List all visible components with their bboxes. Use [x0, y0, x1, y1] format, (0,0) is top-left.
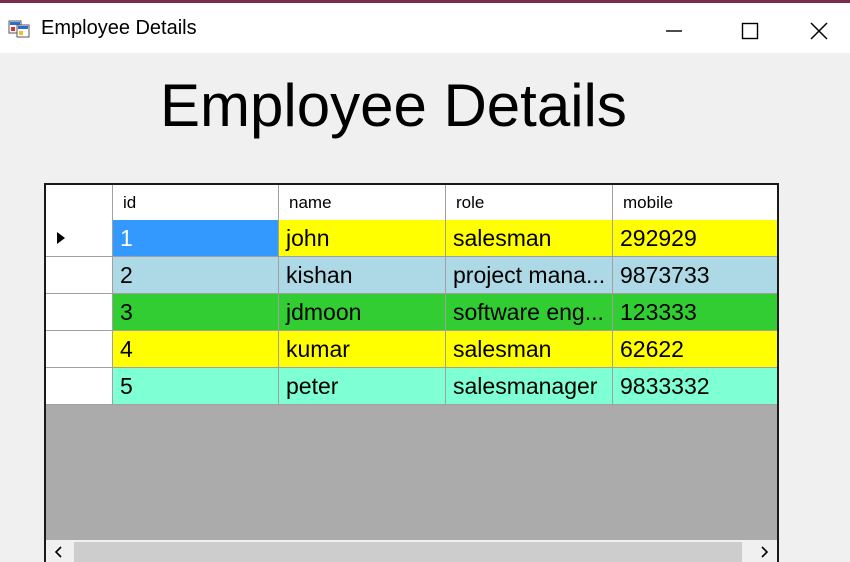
table-row[interactable]: 1 john salesman 292929	[46, 220, 777, 257]
grid-cell-name[interactable]: kishan	[279, 257, 446, 294]
grid-cell-name[interactable]: peter	[279, 368, 446, 405]
close-icon	[810, 22, 828, 40]
close-button[interactable]	[788, 6, 850, 56]
row-header[interactable]	[46, 294, 113, 331]
grid-cell-id[interactable]: 2	[113, 257, 279, 294]
horizontal-scrollbar[interactable]	[46, 540, 777, 562]
row-header[interactable]	[46, 331, 113, 368]
table-row[interactable]: 3 jdmoon software eng... 123333	[46, 294, 777, 331]
maximize-icon	[741, 22, 759, 40]
grid-cell-role[interactable]: salesman	[446, 220, 613, 257]
minimize-button[interactable]	[636, 6, 712, 56]
column-header-role[interactable]: role	[446, 185, 613, 220]
chevron-right-icon	[761, 546, 769, 558]
grid-cell-mobile[interactable]: 292929	[613, 220, 777, 257]
grid-cell-role[interactable]: salesmanager	[446, 368, 613, 405]
grid-cell-mobile[interactable]: 123333	[613, 294, 777, 331]
grid-cell-id[interactable]: 1	[113, 220, 279, 257]
table-row[interactable]: 2 kishan project mana... 9873733	[46, 257, 777, 294]
grid-cell-mobile[interactable]: 9833332	[613, 368, 777, 405]
maximize-button[interactable]	[712, 6, 788, 56]
app-window-icon	[8, 20, 30, 38]
scrollbar-thumb[interactable]	[74, 542, 742, 562]
grid-cell-role[interactable]: salesman	[446, 331, 613, 368]
table-row[interactable]: 4 kumar salesman 62622	[46, 331, 777, 368]
column-header-mobile[interactable]: mobile	[613, 185, 777, 220]
grid-cell-name[interactable]: kumar	[279, 331, 446, 368]
page-heading: Employee Details	[160, 72, 627, 139]
grid-cell-id[interactable]: 3	[113, 294, 279, 331]
row-header[interactable]	[46, 368, 113, 405]
employee-data-grid[interactable]: id name role mobile 1 john salesman 292929 2…	[44, 183, 779, 562]
chevron-left-icon	[54, 546, 62, 558]
row-header[interactable]	[46, 257, 113, 294]
grid-cell-mobile[interactable]: 62622	[613, 331, 777, 368]
grid-header-row: id name role mobile	[46, 185, 777, 221]
minimize-icon	[666, 30, 682, 32]
grid-cell-name[interactable]: jdmoon	[279, 294, 446, 331]
grid-cell-id[interactable]: 4	[113, 331, 279, 368]
window-title: Employee Details	[41, 17, 197, 39]
grid-cell-role[interactable]: software eng...	[446, 294, 613, 331]
grid-cell-name[interactable]: john	[279, 220, 446, 257]
grid-cell-id[interactable]: 5	[113, 368, 279, 405]
column-header-name[interactable]: name	[279, 185, 446, 220]
scroll-right-button[interactable]	[753, 542, 775, 562]
triangle-right-icon	[57, 232, 65, 244]
column-header-id[interactable]: id	[113, 185, 279, 220]
row-header[interactable]	[46, 220, 113, 257]
grid-cell-role[interactable]: project mana...	[446, 257, 613, 294]
app-window: Employee Details Employee Details id nam…	[0, 0, 850, 562]
grid-cell-mobile[interactable]: 9873733	[613, 257, 777, 294]
scroll-left-button[interactable]	[48, 542, 70, 562]
table-row[interactable]: 5 peter salesmanager 9833332	[46, 368, 777, 405]
row-header-corner[interactable]	[46, 185, 113, 220]
title-bar[interactable]: Employee Details	[0, 3, 850, 53]
